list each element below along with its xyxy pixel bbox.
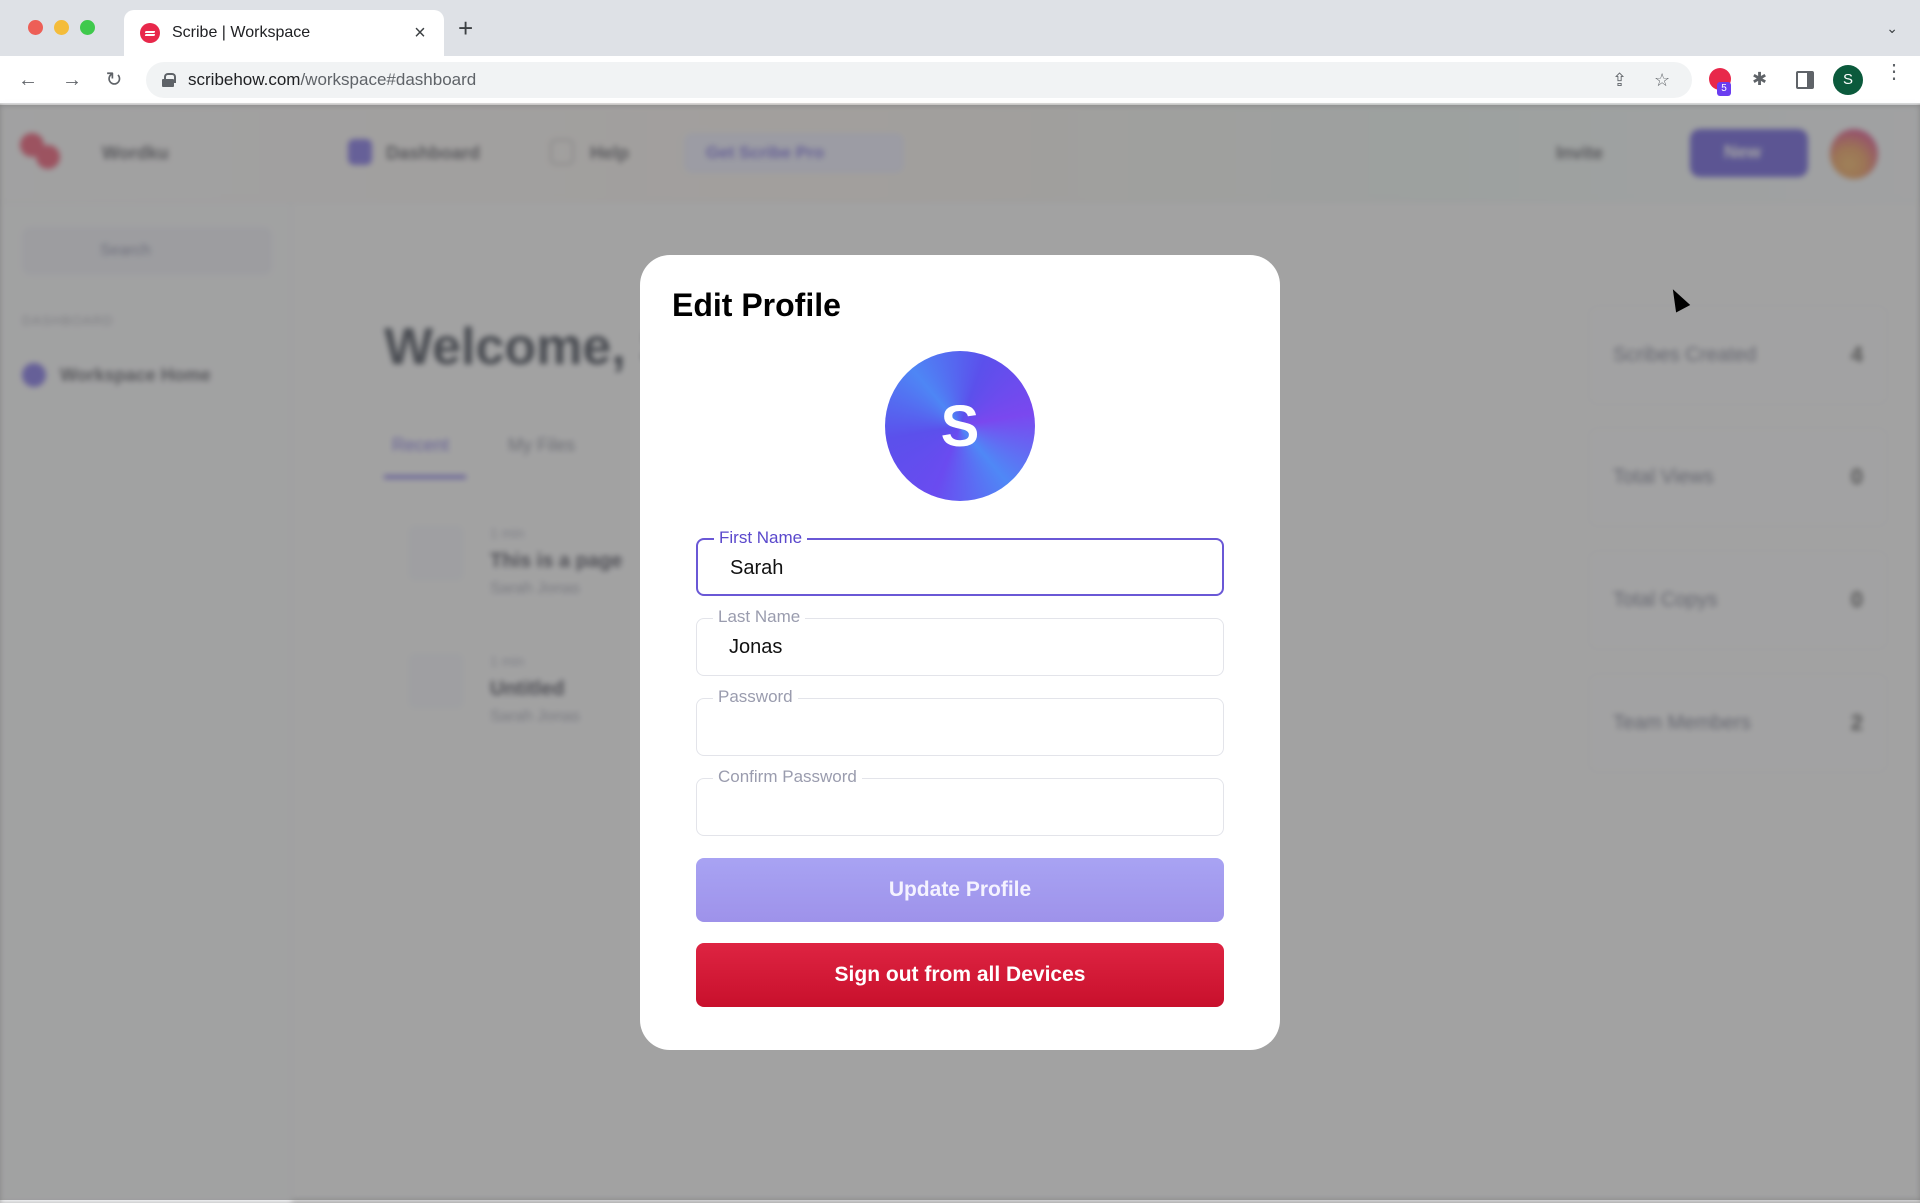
profile-avatar-large[interactable]: S [885, 351, 1035, 501]
last-name-input[interactable] [729, 633, 1209, 661]
back-arrow-icon[interactable]: ← [14, 66, 42, 94]
kebab-menu-icon[interactable]: ⋮ [1884, 62, 1904, 82]
chevron-down-icon[interactable]: ⌄ [1886, 20, 1898, 37]
confirm-password-field[interactable]: Confirm Password [696, 767, 1224, 836]
first-name-label: First Name [714, 528, 808, 548]
url-path: /workspace#dashboard [300, 70, 477, 89]
share-icon[interactable]: ⇪ [1612, 70, 1627, 91]
plus-icon[interactable]: + [458, 15, 473, 41]
password-input[interactable] [729, 713, 1209, 741]
last-name-label: Last Name [713, 607, 806, 627]
lock-icon [162, 73, 176, 87]
bookmark-star-icon[interactable]: ☆ [1654, 70, 1670, 91]
scribe-favicon-icon [140, 23, 160, 43]
browser-toolbar: ← → ↻ scribehow.com/workspace#dashboard … [0, 56, 1920, 104]
first-name-input[interactable] [730, 554, 1210, 582]
sign-out-all-devices-button[interactable]: Sign out from all Devices [696, 943, 1224, 1007]
confirm-password-input[interactable] [729, 793, 1209, 821]
side-panel-icon[interactable] [1796, 71, 1814, 89]
password-label: Password [713, 687, 798, 707]
close-icon[interactable]: × [410, 22, 430, 45]
confirm-password-label: Confirm Password [713, 767, 862, 787]
address-bar[interactable]: scribehow.com/workspace#dashboard ⇪ ☆ [146, 62, 1692, 98]
tab-title: Scribe | Workspace [172, 24, 311, 41]
last-name-field[interactable]: Last Name [696, 607, 1224, 676]
puzzle-extensions-icon[interactable]: ✱ [1752, 69, 1767, 90]
extension-badge: 5 [1717, 82, 1731, 96]
browser-tab-active[interactable]: Scribe | Workspace × [124, 10, 444, 56]
password-field[interactable]: Password [696, 687, 1224, 756]
profile-avatar[interactable]: S [1833, 65, 1863, 95]
browser-tab-strip: Scribe | Workspace × + ⌄ [0, 0, 1920, 56]
url-domain: scribehow.com [188, 70, 301, 89]
avatar-initial: S [940, 393, 980, 459]
window-close-button[interactable] [28, 20, 43, 35]
edit-profile-modal: Edit Profile S First Name Last Name Pass… [640, 255, 1280, 1050]
window-minimize-button[interactable] [54, 20, 69, 35]
window-maximize-button[interactable] [80, 20, 95, 35]
reload-icon[interactable]: ↻ [100, 66, 128, 94]
modal-title: Edit Profile [672, 287, 841, 323]
first-name-field[interactable]: First Name [696, 528, 1224, 596]
forward-arrow-icon[interactable]: → [58, 66, 86, 94]
update-profile-button[interactable]: Update Profile [696, 858, 1224, 922]
